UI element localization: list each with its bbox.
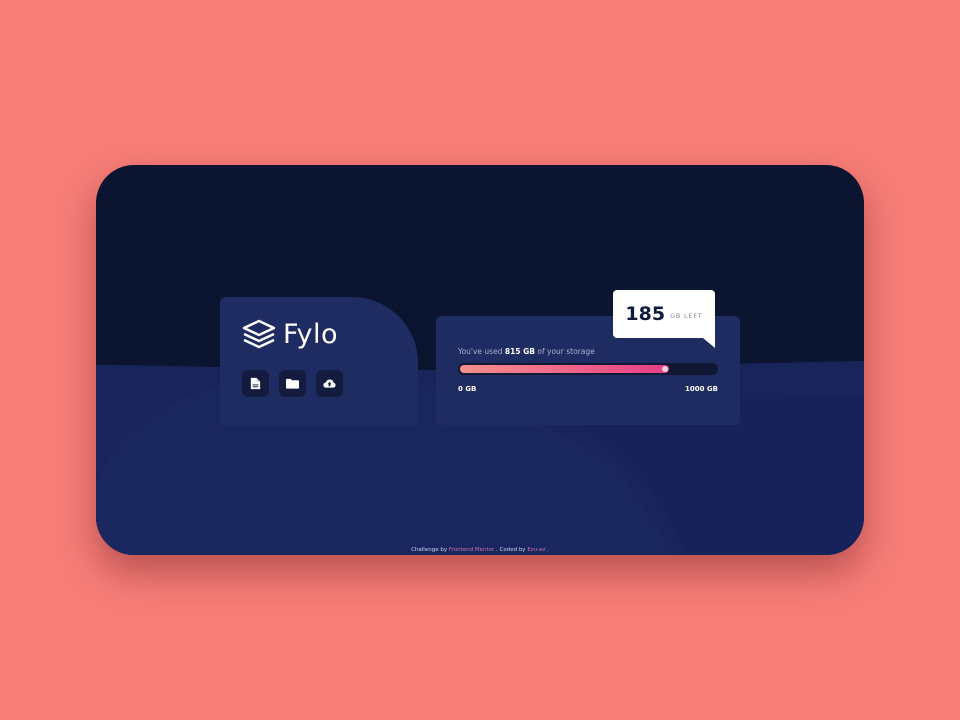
remaining-number: 185 xyxy=(625,303,666,325)
coded-prefix: . Coded by xyxy=(496,547,526,553)
folder-button[interactable] xyxy=(279,370,306,397)
document-icon xyxy=(250,377,261,390)
storage-progress-bar xyxy=(458,363,718,375)
usage-text: You've used 815 GB of your storage xyxy=(458,347,595,356)
used-amount: 815 GB xyxy=(504,347,535,356)
scale-max-label: 1000 GB xyxy=(684,385,718,393)
remaining-unit: GB LEFT xyxy=(670,311,703,320)
attribution-end: . xyxy=(547,547,549,553)
usage-prefix: You've used xyxy=(458,347,503,356)
storage-progress-fill xyxy=(460,365,669,373)
upload-button[interactable] xyxy=(316,370,343,397)
logo: Fylo xyxy=(241,316,338,352)
folder-icon xyxy=(286,378,299,389)
frontend-mentor-link[interactable]: Frontend Mentor xyxy=(449,547,494,553)
remaining-storage-callout: 185 GB LEFT xyxy=(613,290,715,348)
cloud-upload-icon xyxy=(323,379,336,388)
file-actions xyxy=(242,370,343,397)
author-link[interactable]: Ezu-ez xyxy=(527,547,545,553)
usage-suffix: of your storage xyxy=(537,347,595,356)
challenge-prefix: Challenge by xyxy=(411,547,448,553)
layers-icon xyxy=(242,319,276,349)
attribution: Challenge by Frontend Mentor . Coded by … xyxy=(96,547,864,553)
progress-knob xyxy=(661,366,668,372)
brand-name: Fylo xyxy=(283,318,339,350)
brand-card: Fylo xyxy=(220,297,418,426)
scale-min-label: 0 GB xyxy=(458,385,477,393)
app-window: Fylo You've used 815 GB of your storage … xyxy=(96,165,864,555)
document-button[interactable] xyxy=(242,370,269,397)
